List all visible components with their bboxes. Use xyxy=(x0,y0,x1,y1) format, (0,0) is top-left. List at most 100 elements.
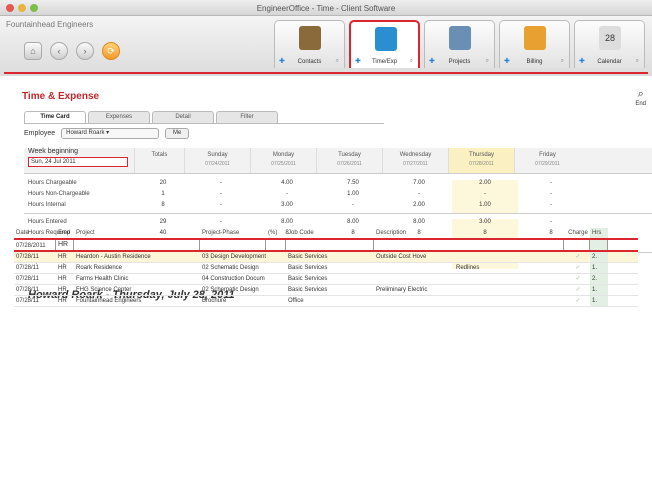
entry-description: Preliminary Electric xyxy=(376,287,428,293)
entry-row[interactable]: 07/28/11 HR Heardon - Austin Residence 03 D… xyxy=(14,252,638,263)
column-header[interactable]: Charge xyxy=(564,228,590,238)
entry-hours: 1. xyxy=(590,285,608,295)
entry-field-input[interactable] xyxy=(200,240,266,250)
arrow-right-icon[interactable]: › xyxy=(76,42,94,60)
day-name: Friday xyxy=(539,152,556,158)
entry-emp: HR xyxy=(58,254,67,260)
entry-date: 07/28/11 xyxy=(16,265,39,271)
column-header[interactable]: Project xyxy=(74,228,200,238)
home-icon[interactable]: ⌂ xyxy=(24,42,42,60)
entry-task: Basic Services xyxy=(288,276,328,282)
entry-emp: HR xyxy=(58,265,67,271)
column-header[interactable]: Description xyxy=(374,228,564,238)
column-header[interactable]: Hrs xyxy=(590,228,608,238)
search-icon[interactable]: ⌕ xyxy=(410,58,413,65)
day-header-wednesday: Wednesday 07/27/2011 xyxy=(382,148,448,173)
arrow-left-icon[interactable]: ‹ xyxy=(50,42,68,60)
column-header[interactable]: Project Phase xyxy=(200,228,266,238)
module-tab-timeexp[interactable]: ✚ Time/Exp ⌕ xyxy=(349,20,420,68)
week-input[interactable]: Sun, 24 Jul 2011 xyxy=(28,157,128,167)
search-icon[interactable]: ⌕ xyxy=(561,58,564,65)
entry-field-input[interactable] xyxy=(590,240,608,250)
entry-emp: HR xyxy=(58,276,67,282)
week-beginning: Week beginning Sun, 24 Jul 2011 xyxy=(24,148,130,173)
entry-hours: 1. xyxy=(590,263,608,273)
module-tab-contacts[interactable]: ✚ Contacts ⌕ xyxy=(274,20,345,68)
page-title: Time & Expense xyxy=(22,91,100,102)
employee-select[interactable]: Howard Roark ▾ xyxy=(61,128,160,139)
entry-field-input[interactable] xyxy=(564,240,590,250)
entry-hours: 2. xyxy=(590,274,608,284)
tab-filter[interactable]: Filter xyxy=(216,111,278,123)
day-date: 07/28/2011 xyxy=(469,161,494,167)
column-header[interactable]: Emp xyxy=(56,228,74,238)
day-name: Sunday xyxy=(207,152,228,158)
day-date: 07/24/2011 xyxy=(205,161,230,167)
column-header[interactable]: (%) xyxy=(266,228,286,238)
search-icon[interactable]: ⌕ xyxy=(486,58,489,65)
calendar-icon: 28 xyxy=(599,26,621,50)
tab-detail[interactable]: Detail xyxy=(152,111,214,123)
week-row: Hours Non-Chargeable 1 - - 1.00 - - - xyxy=(24,191,652,202)
checkmark-icon[interactable]: ✓ xyxy=(564,252,590,262)
search-icon[interactable]: ⌕ xyxy=(636,58,639,65)
day-value: 1.00 xyxy=(347,191,359,197)
entry-row[interactable]: 07/28/11 HR Fountainhead Engineers Brochure… xyxy=(14,296,638,307)
entry-pct xyxy=(266,296,286,306)
entry-description xyxy=(374,296,564,306)
entry-row[interactable]: 07/28/11 HR FHG Science Center 02 Schematic… xyxy=(14,285,638,296)
week-label: Week beginning xyxy=(28,148,79,155)
end-button[interactable]: ⌕ End xyxy=(635,88,646,107)
day-value: 7.50 xyxy=(347,180,359,186)
entry-phase: 04 Construction Docum xyxy=(202,276,265,282)
entry-row[interactable]: 07/28/11 HR Roark Residence 02 Schematic De… xyxy=(14,263,638,274)
day-value: - xyxy=(550,202,552,208)
entry-date: 07/28/11 xyxy=(16,298,39,304)
entry-date-input[interactable]: 07/28/2011 xyxy=(14,240,56,250)
tab-time-card[interactable]: Time Card xyxy=(24,111,86,123)
employee-label: Employee xyxy=(24,130,56,137)
row-label: Hours Non-Chargeable xyxy=(28,191,90,197)
clock-icon xyxy=(375,27,397,51)
day-value: 2.00 xyxy=(413,202,425,208)
checkmark-icon[interactable]: ✓ xyxy=(564,274,590,284)
entry-hours: 1. xyxy=(590,296,608,306)
entry-pct xyxy=(266,252,286,262)
module-tab-projects[interactable]: ✚ Projects ⌕ xyxy=(424,20,495,68)
entry-row[interactable]: 07/28/11 HR Farms Health Clinic 04 Construc… xyxy=(14,274,638,285)
billing-icon xyxy=(524,26,546,50)
checkmark-icon[interactable]: ✓ xyxy=(564,285,590,295)
entry-field-input[interactable] xyxy=(286,240,374,250)
row-label: Hours Chargeable xyxy=(28,180,77,186)
day-value: - xyxy=(220,202,222,208)
entry-pct xyxy=(266,263,286,273)
entry-note: Redlines xyxy=(456,265,480,271)
checkmark-icon[interactable]: ✓ xyxy=(564,296,590,306)
search-icon[interactable]: ⌕ xyxy=(336,58,339,65)
toolbar-divider xyxy=(4,72,648,74)
day-date: 07/29/2011 xyxy=(535,161,560,167)
entry-emp-input[interactable]: HR xyxy=(56,240,74,250)
checkmark-icon[interactable]: ✓ xyxy=(564,263,590,273)
me-button[interactable]: Me xyxy=(165,128,190,139)
module-tab-billing[interactable]: ✚ Billing ⌕ xyxy=(499,20,570,68)
row-total: 20 xyxy=(159,180,167,186)
day-name: Monday xyxy=(272,152,295,158)
entry-field-input[interactable] xyxy=(374,240,564,250)
column-header[interactable]: Job Code xyxy=(286,228,374,238)
module-tab-label: Billing xyxy=(526,59,543,65)
entry-task: Basic Services xyxy=(288,265,328,271)
module-tab-calendar[interactable]: 28 ✚ Calendar ⌕ xyxy=(574,20,645,68)
day-value: 1.00 xyxy=(452,202,518,213)
week-row: Hours Internal 8 - 3.00 - 2.00 1.00 - xyxy=(24,202,652,213)
tab-expenses[interactable]: Expenses xyxy=(88,111,150,123)
column-header[interactable]: Date xyxy=(14,228,56,238)
sync-icon[interactable]: ⟳ xyxy=(102,42,120,60)
entry-field-input[interactable] xyxy=(74,240,200,250)
day-date: 07/26/2011 xyxy=(337,161,362,167)
entry-field-input[interactable] xyxy=(266,240,286,250)
entry-task: Office xyxy=(288,298,304,304)
day-header-monday: Monday 07/25/2011 xyxy=(250,148,316,173)
entry-pct xyxy=(266,274,286,284)
entry-description: Outside Cost Hove xyxy=(376,254,427,260)
